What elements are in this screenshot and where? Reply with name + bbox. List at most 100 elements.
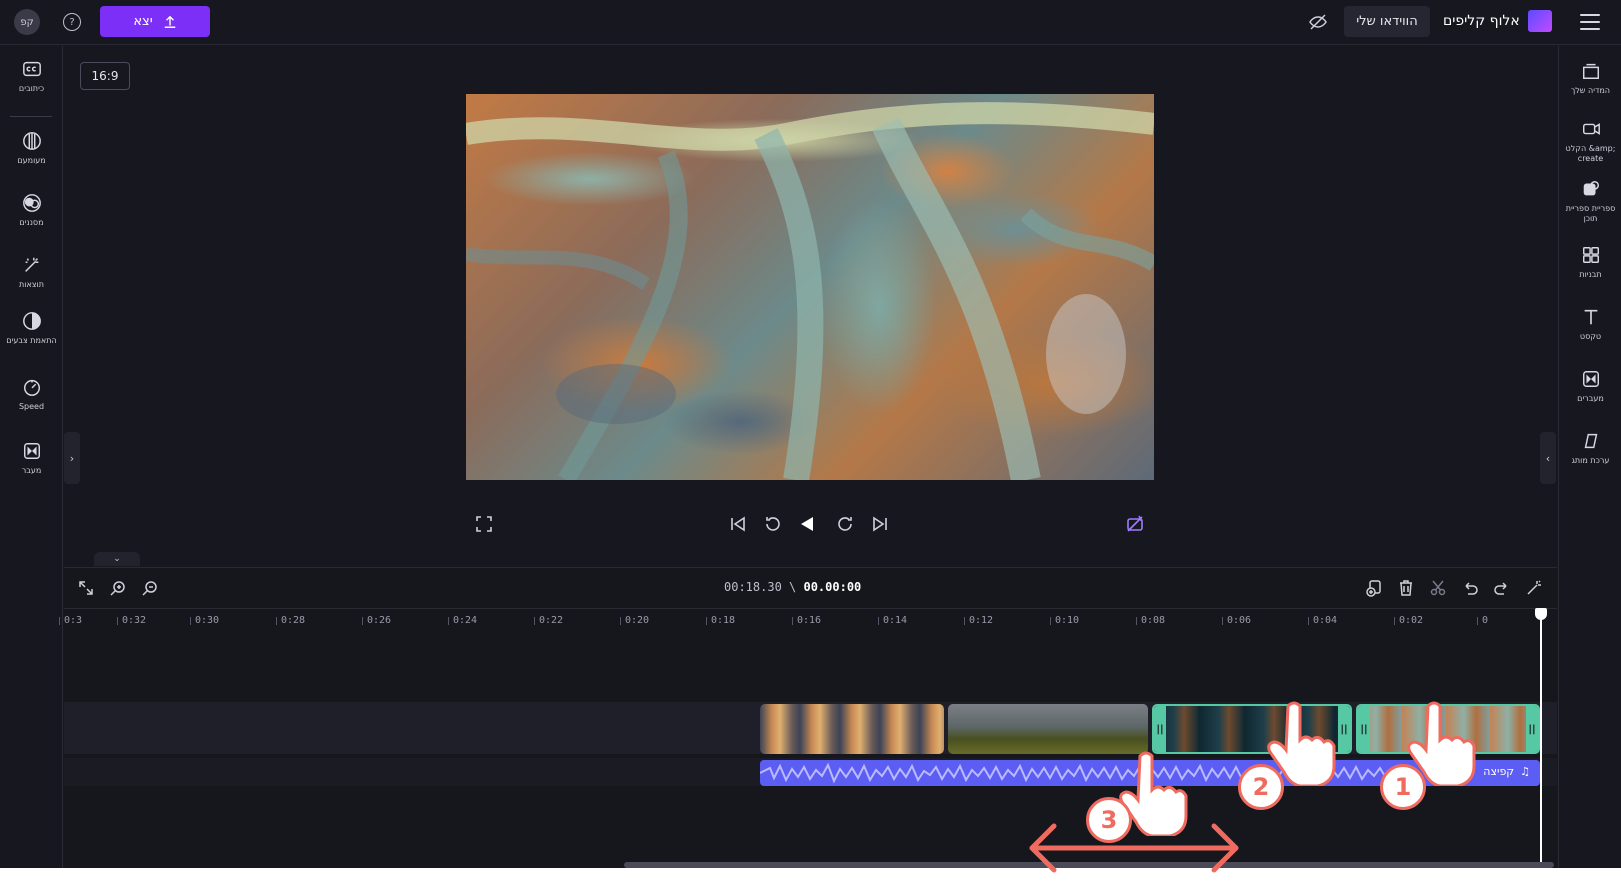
forward-5-icon[interactable] bbox=[834, 513, 856, 535]
ruler-tick: 0:22 bbox=[533, 615, 564, 626]
ruler-tick: 0:20 bbox=[619, 615, 650, 626]
sidebar-item-content-library[interactable]: ספריית ספריית תוכן bbox=[1559, 178, 1621, 224]
top-bar: קפ ? יצא הווידאו שלי אלוף קליפים bbox=[0, 0, 1621, 45]
speed-icon bbox=[21, 376, 43, 398]
sidebar-item-templates[interactable]: תבניות bbox=[1559, 244, 1621, 280]
magic-wand-icon[interactable] bbox=[1524, 578, 1544, 598]
fullscreen-icon[interactable] bbox=[473, 513, 495, 535]
playback-controls bbox=[0, 513, 1621, 543]
trim-handle-left[interactable]: || bbox=[1358, 706, 1370, 752]
zoom-in-icon[interactable] bbox=[108, 578, 128, 598]
sidebar-item-speed[interactable]: Speed bbox=[0, 376, 63, 412]
fade-icon bbox=[21, 130, 43, 152]
collapse-right-panel-button[interactable]: ‹ bbox=[1540, 432, 1556, 484]
chevron-down-icon: ⌄ bbox=[113, 554, 121, 564]
collapse-timeline-button[interactable]: ⌄ bbox=[94, 552, 140, 566]
timeline-panel: 00:18.30 \ 00.00:00 0 0:02 0:04 0:06 0:0… bbox=[58, 567, 1557, 868]
music-note-icon: ♫ bbox=[1520, 765, 1530, 778]
playhead[interactable] bbox=[1535, 608, 1547, 868]
sidebar-item-brand-kit[interactable]: ערכת מותג bbox=[1559, 430, 1621, 466]
templates-icon bbox=[1580, 244, 1602, 266]
play-icon[interactable] bbox=[796, 513, 818, 535]
right-sidebar: המדיה שלך הקלט &amp; create ספריית ספריי… bbox=[1558, 46, 1621, 868]
record-icon bbox=[1580, 118, 1602, 140]
ruler-tick: 0:08 bbox=[1135, 615, 1166, 626]
ruler-tick: 0:3 bbox=[58, 615, 83, 626]
hide-preview-icon[interactable] bbox=[1308, 12, 1328, 32]
total-time: 00:18.30 bbox=[724, 580, 782, 594]
brand-logo-icon bbox=[1527, 10, 1552, 32]
transition-icon bbox=[21, 440, 43, 462]
split-scissors-icon[interactable] bbox=[1428, 578, 1448, 598]
my-videos-button[interactable]: הווידאו שלי bbox=[1344, 6, 1430, 37]
sidebar-item-effects[interactable]: תוצאות bbox=[0, 254, 63, 290]
ruler-tick: 0:26 bbox=[361, 615, 392, 626]
trim-handle-left[interactable]: || bbox=[1154, 706, 1166, 752]
sidebar-item-filters[interactable]: מסננים bbox=[0, 192, 63, 228]
video-preview bbox=[466, 94, 1154, 480]
audio-waveform bbox=[760, 762, 1421, 784]
aerial-river-image bbox=[466, 102, 1154, 480]
ruler-tick: 0:24 bbox=[447, 615, 478, 626]
ruler-tick: 0:02 bbox=[1393, 615, 1424, 626]
timeline-ruler: 0 0:02 0:04 0:06 0:08 0:10 0:12 0:14 0:1… bbox=[58, 608, 1557, 634]
video-editor-app: קפ ? יצא הווידאו שלי אלוף קליפים כיתובים… bbox=[0, 0, 1621, 868]
sidebar-item-your-media[interactable]: המדיה שלך bbox=[1559, 60, 1621, 96]
brand-kit-icon bbox=[1580, 430, 1602, 452]
clip-thumbnails bbox=[760, 704, 944, 754]
current-time: 00.00:00 bbox=[803, 580, 862, 594]
content-library-icon bbox=[1580, 178, 1602, 200]
sidebar-item-fade[interactable]: מעומעם bbox=[0, 130, 63, 166]
collapse-left-panel-button[interactable]: › bbox=[64, 432, 80, 484]
ai-magic-icon[interactable] bbox=[1124, 513, 1146, 535]
sidebar-item-captions[interactable]: כיתובים bbox=[0, 58, 63, 94]
skip-to-end-icon[interactable] bbox=[869, 513, 891, 535]
transitions-icon bbox=[1580, 368, 1602, 390]
ruler-tick: 0:18 bbox=[705, 615, 736, 626]
ruler-tick: 0:10 bbox=[1049, 615, 1080, 626]
ruler-tick: 0:06 bbox=[1221, 615, 1252, 626]
clip-thumbnails bbox=[1358, 706, 1538, 752]
export-button[interactable]: יצא bbox=[100, 6, 210, 37]
audio-clip[interactable]: קפיצה ♫ bbox=[760, 760, 1540, 786]
timeline-toolbar: 00:18.30 \ 00.00:00 bbox=[64, 568, 1557, 608]
sidebar-item-transition[interactable]: מעבר bbox=[0, 440, 63, 476]
ruler-tick: 0 bbox=[1476, 615, 1489, 626]
delete-icon[interactable] bbox=[1396, 578, 1416, 598]
video-clip-aerial-selected[interactable]: || || bbox=[1356, 704, 1540, 754]
ruler-tick: 0:28 bbox=[275, 615, 306, 626]
redo-icon[interactable] bbox=[1492, 578, 1512, 598]
sidebar-item-record-create[interactable]: הקלט &amp; create bbox=[1559, 118, 1621, 164]
rewind-5-icon[interactable] bbox=[762, 513, 784, 535]
brand[interactable]: אלוף קליפים bbox=[1443, 10, 1552, 32]
help-icon[interactable]: ? bbox=[63, 13, 81, 31]
sidebar-item-transitions[interactable]: מעברים bbox=[1559, 368, 1621, 404]
chevron-right-icon: › bbox=[69, 451, 75, 465]
add-media-icon[interactable] bbox=[1364, 578, 1384, 598]
sidebar-item-text[interactable]: טקסט bbox=[1559, 306, 1621, 342]
media-icon bbox=[1580, 60, 1602, 82]
undo-icon[interactable] bbox=[1460, 578, 1480, 598]
aspect-ratio-button[interactable]: 16:9 bbox=[80, 62, 130, 90]
audio-clip-label: קפיצה ♫ bbox=[1483, 765, 1530, 778]
clip-thumbnails bbox=[948, 704, 1148, 754]
timeline-scrollbar[interactable] bbox=[624, 862, 1554, 868]
sidebar-divider bbox=[10, 116, 52, 117]
ruler-tick: 0:32 bbox=[116, 615, 147, 626]
captions-icon bbox=[21, 58, 43, 80]
video-clip-forest[interactable] bbox=[948, 704, 1148, 754]
effects-icon bbox=[21, 254, 43, 276]
user-avatar[interactable]: קפ bbox=[14, 9, 40, 35]
trim-handle-right[interactable]: || bbox=[1526, 706, 1538, 752]
trim-handle-right[interactable]: || bbox=[1338, 706, 1350, 752]
fit-timeline-icon[interactable] bbox=[76, 578, 96, 598]
sidebar-item-color-adjust[interactable]: התאמת צבעים bbox=[0, 310, 63, 346]
ruler-tick: 0:16 bbox=[791, 615, 822, 626]
zoom-out-icon[interactable] bbox=[140, 578, 160, 598]
brand-name: אלוף קליפים bbox=[1443, 13, 1520, 29]
skip-to-start-icon[interactable] bbox=[727, 513, 749, 535]
ruler-tick: 0:14 bbox=[877, 615, 908, 626]
hamburger-menu-icon[interactable] bbox=[1580, 14, 1600, 30]
video-clip-coast-selected[interactable]: || || bbox=[1152, 704, 1352, 754]
video-clip-sunset[interactable] bbox=[760, 704, 944, 754]
